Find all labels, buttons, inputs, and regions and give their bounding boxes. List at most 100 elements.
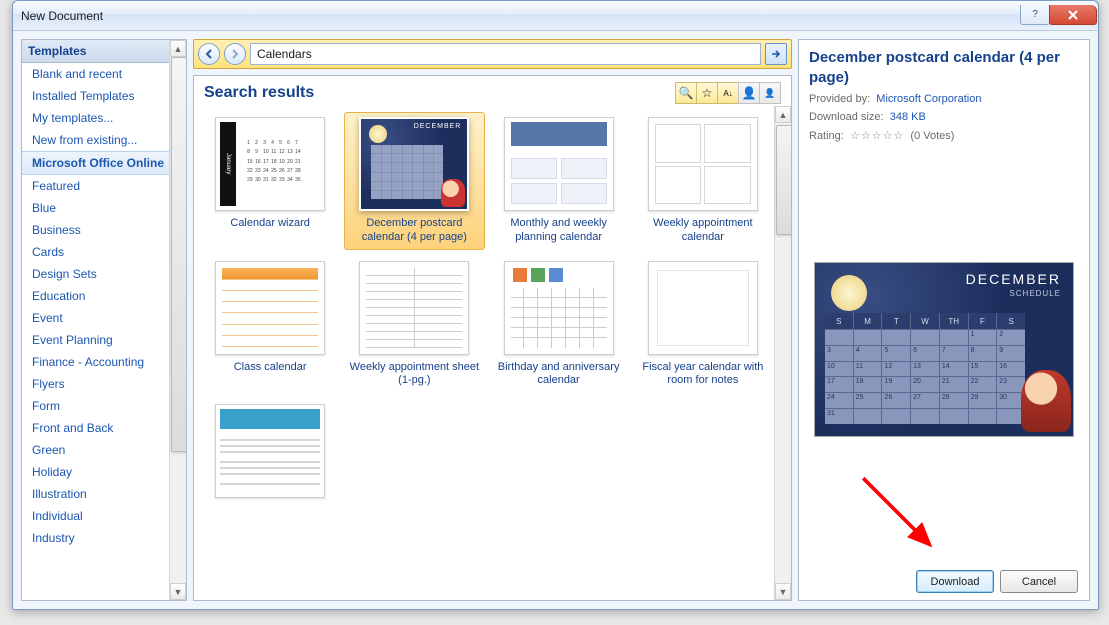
close-button[interactable] [1049, 5, 1097, 25]
template-label: Calendar wizard [230, 217, 309, 231]
nav-forward-button[interactable] [224, 43, 246, 65]
sidebar-item[interactable]: Event [22, 307, 169, 329]
provider-label: Provided by: [809, 93, 870, 105]
scroll-thumb[interactable] [776, 125, 791, 235]
sidebar-scrollbar[interactable]: ▲ ▼ [169, 40, 186, 600]
template-card[interactable]: Weekly appointment sheet (1-pg.) [344, 256, 484, 394]
view-add-user-icon[interactable]: 👤 [759, 82, 781, 104]
preview-provider: Provided by: Microsoft Corporation [809, 93, 1079, 105]
preview-rating: Rating: ☆☆☆☆☆ (0 Votes) [809, 129, 1079, 142]
sidebar-item[interactable]: Business [22, 219, 169, 241]
view-sort-icon[interactable]: A↓ [717, 82, 739, 104]
sidebar-header-label: Templates [28, 44, 86, 58]
template-card[interactable]: Birthday and anniversary calendar [489, 256, 629, 394]
view-favorite-icon[interactable]: ☆ [696, 82, 718, 104]
template-label: Fiscal year calendar with room for notes [638, 361, 768, 389]
cancel-button[interactable]: Cancel [1000, 570, 1078, 593]
sidebar-header[interactable]: Templates ⌄ [22, 40, 186, 63]
rating-stars-icon: ☆☆☆☆☆ [850, 130, 904, 142]
sidebar-item[interactable]: Blank and recent [22, 63, 169, 85]
preview-pane: December postcard calendar (4 per page) … [798, 39, 1090, 601]
moon-icon [831, 275, 867, 311]
dialog-buttons: Download Cancel [916, 570, 1078, 593]
breadcrumb-text: Calendars [257, 47, 312, 61]
sidebar-item[interactable]: Event Planning [22, 329, 169, 351]
new-document-dialog: New Document ? Templates ⌄ Blank and rec… [12, 0, 1099, 610]
sidebar-item[interactable]: Education [22, 285, 169, 307]
sidebar-item[interactable]: Form [22, 395, 169, 417]
sidebar-item[interactable]: Finance - Accounting [22, 351, 169, 373]
template-label: December postcard calendar (4 per page) [349, 217, 479, 245]
sidebar-item[interactable]: Installed Templates [22, 85, 169, 107]
sidebar-item[interactable]: Illustration [22, 483, 169, 505]
template-card[interactable] [200, 399, 340, 509]
view-tools: 🔍 ☆ A↓ 👤 👤 [676, 82, 781, 104]
sidebar-item[interactable]: Blue [22, 197, 169, 219]
scroll-up-icon[interactable]: ▲ [775, 106, 791, 123]
scroll-track[interactable] [775, 123, 791, 583]
sidebar-item[interactable]: Featured [22, 175, 169, 197]
sidebar-item[interactable]: Industry [22, 527, 169, 549]
preview-thumbnail-wrap: DECEMBER SCHEDULE SMTWTHFS12345678910111… [809, 262, 1079, 437]
template-card[interactable]: January123456789101112131415161718192021… [200, 112, 340, 250]
sidebar-item[interactable]: Front and Back [22, 417, 169, 439]
template-label: Birthday and anniversary calendar [494, 361, 624, 389]
template-card[interactable]: Fiscal year calendar with room for notes [633, 256, 773, 394]
sidebar-item[interactable]: My templates... [22, 107, 169, 129]
preview-big-title: DECEMBER [966, 271, 1061, 287]
view-user-icon[interactable]: 👤 [738, 82, 760, 104]
template-card[interactable]: DECEMBERDecember postcard calendar (4 pe… [344, 112, 484, 250]
santa-icon [1021, 370, 1071, 432]
template-card[interactable]: Monthly and weekly planning calendar [489, 112, 629, 250]
sidebar-item[interactable]: New from existing... [22, 129, 169, 151]
window-controls: ? [1021, 5, 1097, 25]
view-search-icon[interactable]: 🔍 [675, 82, 697, 104]
scroll-thumb[interactable] [171, 57, 187, 452]
template-card[interactable]: Weekly appointment calendar [633, 112, 773, 250]
preview-size: Download size: 348 KB [809, 111, 1079, 123]
center-pane: Calendars Search results 🔍 ☆ A↓ 👤 👤 [193, 39, 792, 601]
templates-sidebar: Templates ⌄ Blank and recentInstalled Te… [21, 39, 187, 601]
scroll-up-icon[interactable]: ▲ [170, 40, 186, 57]
scroll-track[interactable] [170, 57, 186, 583]
sidebar-item[interactable]: Cards [22, 241, 169, 263]
template-label: Weekly appointment sheet (1-pg.) [349, 361, 479, 389]
nav-back-button[interactable] [198, 43, 220, 65]
scroll-down-icon[interactable]: ▼ [170, 583, 186, 600]
sidebar-item[interactable]: Green [22, 439, 169, 461]
template-label: Monthly and weekly planning calendar [494, 217, 624, 245]
breadcrumb[interactable]: Calendars [250, 43, 761, 65]
preview-big-sub: SCHEDULE [1009, 289, 1061, 298]
scroll-down-icon[interactable]: ▼ [775, 583, 791, 600]
preview-thumbnail: DECEMBER SCHEDULE SMTWTHFS12345678910111… [814, 262, 1074, 437]
titlebar[interactable]: New Document ? [13, 1, 1098, 31]
rating-label: Rating: [809, 130, 844, 142]
sidebar-item[interactable]: Design Sets [22, 263, 169, 285]
download-button[interactable]: Download [916, 570, 994, 593]
preview-title: December postcard calendar (4 per page) [809, 48, 1079, 87]
sidebar-item[interactable]: Flyers [22, 373, 169, 395]
arrow-left-icon [204, 49, 214, 59]
arrow-right-icon [770, 49, 782, 59]
size-label: Download size: [809, 111, 884, 123]
help-button[interactable]: ? [1020, 5, 1050, 25]
template-card[interactable]: Class calendar [200, 256, 340, 394]
results-body: January123456789101112131415161718192021… [194, 106, 791, 600]
calendar-grid: SMTWTHFS12345678910111213141516171819202… [825, 313, 1025, 424]
results-header: Search results 🔍 ☆ A↓ 👤 👤 [194, 76, 791, 106]
results-scrollbar[interactable]: ▲ ▼ [774, 106, 791, 600]
sidebar-list: Blank and recentInstalled TemplatesMy te… [22, 63, 186, 600]
sidebar-item[interactable]: Microsoft Office Online [22, 151, 169, 175]
size-value: 348 KB [890, 111, 926, 123]
template-label: Weekly appointment calendar [638, 217, 768, 245]
go-button[interactable] [765, 43, 787, 65]
results-heading: Search results [204, 84, 676, 102]
sidebar-item[interactable]: Holiday [22, 461, 169, 483]
rating-votes: (0 Votes) [910, 130, 954, 142]
dialog-body: Templates ⌄ Blank and recentInstalled Te… [13, 31, 1098, 609]
provider-link[interactable]: Microsoft Corporation [876, 93, 981, 105]
results-panel: Search results 🔍 ☆ A↓ 👤 👤 January1234567… [193, 75, 792, 601]
sidebar-item[interactable]: Individual [22, 505, 169, 527]
close-icon [1067, 10, 1079, 20]
results-grid: January123456789101112131415161718192021… [194, 106, 791, 515]
